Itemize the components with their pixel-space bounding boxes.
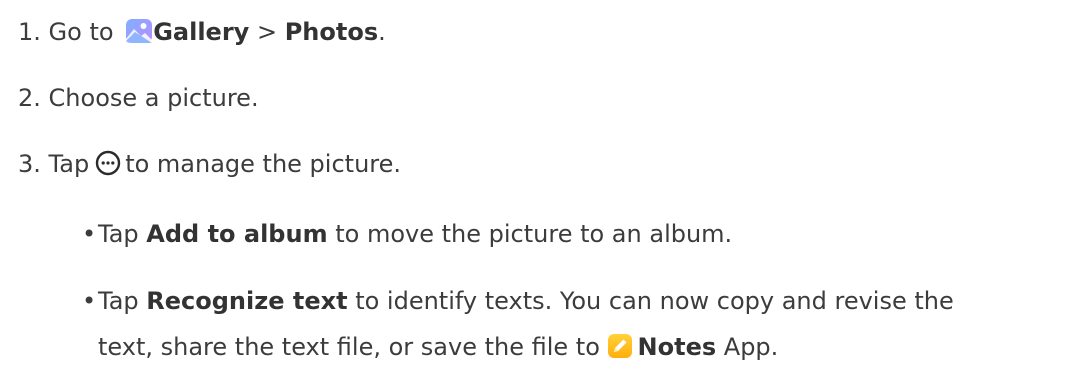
bullet-text: Tap: [98, 220, 139, 248]
bullet-marker: •: [82, 220, 97, 248]
bullet-end: App.: [723, 333, 779, 361]
bullet-marker: •: [82, 287, 97, 315]
bullet-recognize-text: •Tap Recognize text to identify texts. Y…: [82, 284, 954, 318]
recognize-text-option: Recognize text: [146, 287, 348, 315]
path-separator: >: [256, 18, 278, 46]
bullet-add-to-album: •Tap Add to album to move the picture to…: [82, 217, 732, 251]
step-number: 1.: [18, 18, 41, 46]
bullet-text-suffix: to identify texts. You can now copy and …: [355, 287, 954, 315]
step-2: 2. Choose a picture.: [18, 81, 259, 115]
step-text-suffix: to manage the picture.: [125, 150, 402, 178]
notes-app-name: Notes: [637, 333, 717, 361]
step-text: Choose a picture.: [48, 84, 259, 112]
step-number: 2.: [18, 84, 41, 112]
step-text: Tap: [48, 150, 90, 178]
step-end: .: [378, 18, 386, 46]
step-1: 1. Go to Gallery > Photos.: [18, 15, 386, 49]
instruction-page: 1. Go to Gallery > Photos. 2. Choose a p…: [0, 0, 1085, 378]
gallery-app-icon: [126, 18, 153, 43]
photos-tab-name: Photos: [284, 18, 379, 46]
step-3: 3. Tap to manage the picture.: [18, 147, 401, 181]
step-text: Go to: [48, 18, 114, 46]
bullet-text: Tap: [98, 287, 139, 315]
gallery-app-name: Gallery: [153, 18, 250, 46]
bullet-text-suffix: to move the picture to an album.: [335, 220, 733, 248]
add-to-album-option: Add to album: [146, 220, 328, 248]
step-number: 3.: [18, 150, 41, 178]
bullet-text-continuation: text, share the text file, or save the f…: [98, 333, 600, 361]
notes-app-icon: [607, 333, 632, 358]
more-options-icon: [95, 150, 121, 176]
bullet-recognize-text-continuation: text, share the text file, or save the f…: [98, 330, 778, 364]
